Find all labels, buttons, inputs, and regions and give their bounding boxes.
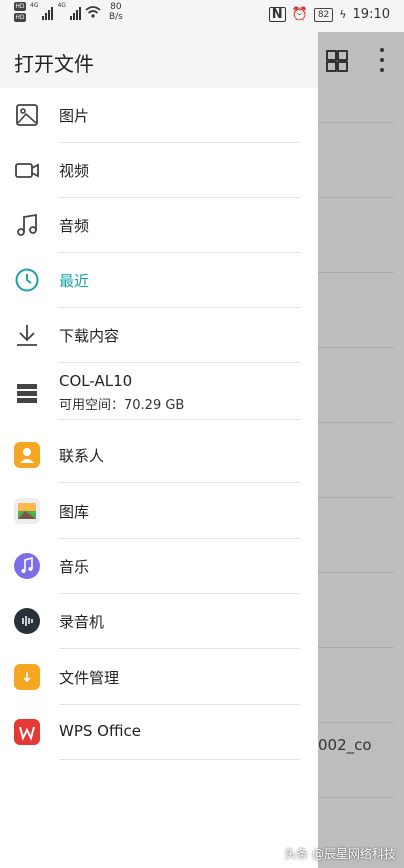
nav-item-videos[interactable]: 视频 xyxy=(0,143,318,198)
nav-item-label: 图片 xyxy=(59,107,90,125)
battery-indicator: 82 xyxy=(313,7,334,22)
storage-device[interactable]: COL-AL10 可用空间：70.29 GB xyxy=(0,363,318,420)
signal-icon xyxy=(42,2,54,20)
app-item-music[interactable]: 音乐 xyxy=(0,539,318,594)
network-type: 4G xyxy=(57,2,66,9)
app-item-label: 联系人 xyxy=(59,447,105,465)
navigation-drawer: 图片 视频 音频 最近 下载内容 COL-AL10 可用空间：70.29 GB … xyxy=(0,88,318,868)
gallery-app-icon xyxy=(14,498,40,524)
network-speed: 80 B/s xyxy=(108,2,123,22)
hd-badge: HD xyxy=(14,2,26,11)
music-app-icon xyxy=(14,553,40,579)
download-icon xyxy=(17,325,37,346)
nav-item-label: 视频 xyxy=(59,162,90,180)
drawer-header: 打开文件 xyxy=(0,32,318,88)
file-manager-app-icon xyxy=(14,664,40,690)
nav-item-label: 最近 xyxy=(59,272,90,290)
more-options-icon[interactable] xyxy=(380,48,384,72)
nfc-icon: N xyxy=(268,7,286,22)
background-toolbar xyxy=(318,32,404,88)
app-item-recorder[interactable]: 录音机 xyxy=(0,594,318,649)
app-item-label: 录音机 xyxy=(59,613,105,631)
storage-free-space: 可用空间：70.29 GB xyxy=(59,398,185,413)
image-icon xyxy=(16,104,38,126)
wps-office-app-icon xyxy=(14,719,40,745)
grid-view-icon[interactable] xyxy=(326,50,348,72)
app-item-gallery[interactable]: 图库 xyxy=(0,484,318,539)
storage-name: COL-AL10 xyxy=(59,372,133,390)
app-item-label: WPS Office xyxy=(59,722,141,740)
status-bar: HD HD 4G 4G 80 B/s N ⏰ 82 ϟ 19:10 xyxy=(0,0,404,32)
app-item-file-manager[interactable]: 文件管理 xyxy=(0,650,318,705)
storage-icon xyxy=(17,384,37,403)
hd-badge: HD xyxy=(14,13,26,22)
nav-item-audio[interactable]: 音频 xyxy=(0,198,318,253)
nav-item-label: 下载内容 xyxy=(59,327,120,345)
app-item-label: 图库 xyxy=(59,503,90,521)
nav-item-label: 音频 xyxy=(59,217,90,235)
recorder-app-icon xyxy=(14,608,40,634)
page-title: 打开文件 xyxy=(14,52,94,76)
contacts-app-icon xyxy=(14,442,40,468)
background-content[interactable]: 002_co xyxy=(318,32,404,868)
clock-icon xyxy=(15,268,39,292)
app-item-label: 音乐 xyxy=(59,558,90,576)
video-icon xyxy=(15,163,39,178)
watermark: 头条 @辰星网络科技 xyxy=(284,847,396,861)
file-name-partial: 002_co xyxy=(318,736,372,754)
signal-icon xyxy=(69,2,81,20)
app-item-wps-office[interactable]: WPS Office xyxy=(0,705,318,760)
wifi-icon xyxy=(85,6,101,18)
charging-icon: ϟ xyxy=(339,8,347,21)
app-item-label: 文件管理 xyxy=(59,669,120,687)
alarm-icon: ⏰ xyxy=(291,7,308,22)
music-note-icon xyxy=(17,213,37,236)
nav-item-recent[interactable]: 最近 xyxy=(0,253,318,308)
nav-item-downloads[interactable]: 下载内容 xyxy=(0,308,318,363)
app-item-contacts[interactable]: 联系人 xyxy=(0,428,318,483)
network-type: 4G xyxy=(30,2,39,9)
nav-item-images[interactable]: 图片 xyxy=(0,88,318,143)
clock: 19:10 xyxy=(352,7,390,22)
